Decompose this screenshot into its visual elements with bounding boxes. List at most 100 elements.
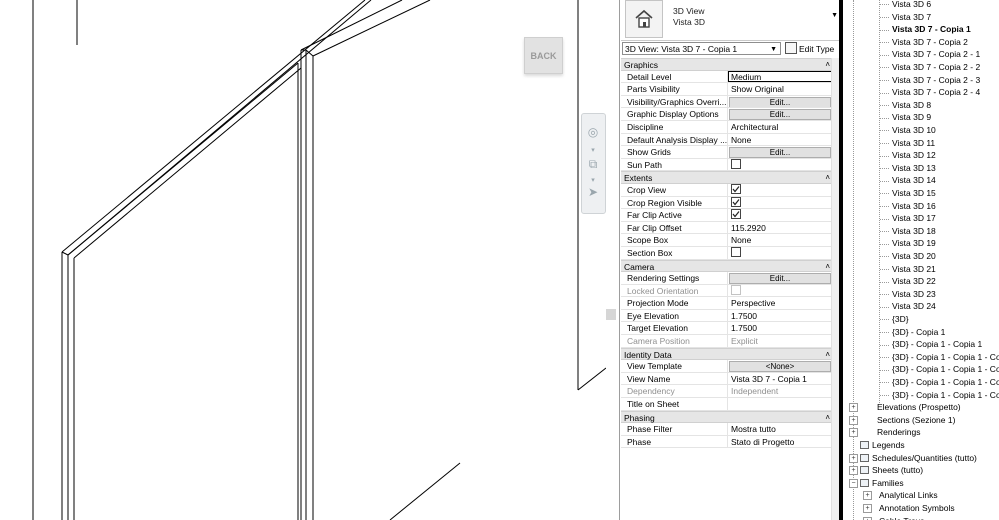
property-value[interactable]: Vista 3D 7 - Copia 1 — [728, 373, 832, 385]
browser-group-item[interactable]: Sheets (tutto) — [860, 464, 923, 477]
browser-view-item[interactable]: Vista 3D 11 — [892, 137, 935, 150]
browser-view-item[interactable]: {3D} - Copia 1 - Copia 1 - Copia 1 — [892, 376, 999, 389]
property-label: View Template — [621, 360, 728, 372]
expand-icon[interactable]: + — [849, 466, 858, 476]
browser-view-item[interactable]: Vista 3D 17 — [892, 212, 936, 225]
expand-icon[interactable]: + — [849, 453, 858, 463]
tree-connector — [880, 117, 889, 119]
browser-view-item[interactable]: Vista 3D 9 — [892, 111, 931, 124]
browser-view-item[interactable]: Vista 3D 6 — [892, 0, 931, 11]
property-value[interactable]: None — [728, 234, 832, 246]
checkbox-unchecked — [731, 284, 741, 295]
property-value[interactable]: Perspective — [728, 297, 832, 309]
instance-filter-dropdown[interactable]: 3D View: Vista 3D 7 - Copia 1 ▼ — [622, 42, 781, 55]
tree-line — [853, 0, 854, 520]
browser-view-item[interactable]: Vista 3D 8 — [892, 99, 931, 112]
edit-type-button[interactable]: Edit Type — [785, 42, 834, 55]
browser-view-item[interactable]: Vista 3D 7 - Copia 2 - 4 — [892, 86, 980, 99]
browser-view-item[interactable]: Vista 3D 7 - Copia 1 — [892, 23, 971, 36]
property-value[interactable]: 115.2920 — [728, 222, 832, 234]
browser-view-item[interactable]: Vista 3D 7 - Copia 2 - 3 — [892, 74, 980, 87]
expand-icon[interactable]: + — [863, 491, 872, 501]
browser-view-item[interactable]: Vista 3D 7 — [892, 11, 931, 24]
expand-icon[interactable]: + — [849, 403, 858, 413]
collapse-icon[interactable]: − — [849, 478, 858, 488]
browser-view-item[interactable]: Vista 3D 7 - Copia 2 - 2 — [892, 61, 980, 74]
property-label: Projection Mode — [621, 297, 728, 309]
section-header[interactable]: Phasing ˄ — [621, 410, 832, 424]
browser-view-item[interactable]: Vista 3D 7 - Copia 2 — [892, 36, 968, 49]
browser-view-item[interactable]: {3D} - Copia 1 - Copia 1 — [892, 338, 982, 351]
browser-group-item[interactable]: Annotation Symbols — [879, 502, 955, 515]
type-selector[interactable]: 3D View Vista 3D ▼ — [621, 0, 840, 41]
edit-button[interactable]: Edit... — [729, 147, 831, 158]
property-value[interactable]: Stato di Progetto — [728, 436, 832, 448]
splitter-handle[interactable] — [606, 309, 616, 320]
browser-group-item[interactable]: Renderings — [877, 426, 920, 439]
section-header[interactable]: Camera ˄ — [621, 259, 832, 273]
expand-icon[interactable]: + — [863, 516, 872, 520]
browser-view-item[interactable]: Vista 3D 22 — [892, 275, 936, 288]
browser-view-item[interactable]: Vista 3D 14 — [892, 174, 936, 187]
browser-view-item[interactable]: {3D} — [892, 313, 909, 326]
browser-view-item[interactable]: Vista 3D 24 — [892, 300, 936, 313]
browser-view-item[interactable]: Vista 3D 16 — [892, 200, 936, 213]
fly-icon[interactable]: ➤ — [585, 184, 601, 200]
browser-group-item[interactable]: Analytical Links — [879, 489, 938, 502]
checkbox-checked[interactable] — [731, 196, 741, 207]
property-row: Dependency Independent — [621, 385, 832, 399]
expand-icon[interactable]: + — [849, 415, 858, 425]
browser-group-label: Sections (Sezione 1) — [877, 414, 956, 425]
tree-connector — [880, 79, 889, 81]
3d-viewport[interactable]: BACK ◎ ▾ ⧉ ▾ ➤ — [0, 0, 606, 520]
checkbox-checked[interactable] — [731, 209, 741, 220]
browser-group-item[interactable]: Legends — [860, 439, 905, 452]
browser-view-item[interactable]: Vista 3D 10 — [892, 124, 936, 137]
zoom-region-icon[interactable]: ⧉ — [585, 156, 601, 172]
property-value-cell: Edit... — [728, 108, 832, 120]
browser-view-item[interactable]: Vista 3D 20 — [892, 250, 936, 263]
property-value[interactable]: Medium — [728, 70, 832, 83]
browser-group-item[interactable]: Families — [860, 477, 904, 490]
expand-icon[interactable]: + — [849, 428, 858, 438]
section-header[interactable]: Identity Data ˄ — [621, 347, 832, 361]
checkbox-unchecked[interactable] — [731, 158, 741, 169]
browser-view-item[interactable]: Vista 3D 23 — [892, 288, 936, 301]
edit-button[interactable]: Edit... — [729, 109, 831, 120]
section-header[interactable]: Graphics ˄ — [621, 58, 832, 71]
browser-view-item[interactable]: {3D} - Copia 1 - Copia 1 - Copia 1 — [892, 351, 999, 364]
property-value[interactable]: Architectural — [728, 121, 832, 133]
property-value[interactable]: 1.7500 — [728, 310, 832, 322]
steering-wheel-icon[interactable]: ◎ — [585, 124, 601, 140]
browser-view-item[interactable]: Vista 3D 15 — [892, 187, 936, 200]
browser-view-item[interactable]: {3D} - Copia 1 - Copia 1 - Copia 1 — [892, 389, 999, 402]
browser-view-item[interactable]: {3D} - Copia 1 — [892, 326, 945, 339]
property-value[interactable]: None — [728, 134, 832, 146]
property-row: Locked Orientation — [621, 284, 832, 298]
browser-group-item[interactable]: Sections (Sezione 1) — [877, 414, 955, 427]
property-value[interactable]: 1.7500 — [728, 322, 832, 334]
property-value[interactable] — [728, 398, 832, 410]
browser-view-item[interactable]: Vista 3D 13 — [892, 162, 936, 175]
browser-view-item[interactable]: Vista 3D 19 — [892, 237, 936, 250]
checkbox-checked[interactable] — [731, 183, 741, 194]
chevron-down-icon[interactable]: ▼ — [831, 12, 838, 19]
browser-group-item[interactable]: Elevations (Prospetto) — [877, 401, 961, 414]
expand-icon[interactable]: + — [863, 504, 872, 513]
browser-view-item[interactable]: Vista 3D 18 — [892, 225, 936, 238]
property-value[interactable]: Show Original — [728, 83, 832, 95]
checkbox-unchecked[interactable] — [731, 246, 741, 257]
browser-view-item[interactable]: Vista 3D 21 — [892, 263, 936, 276]
edit-button[interactable]: Edit... — [729, 273, 831, 284]
section-header[interactable]: Extents ˄ — [621, 171, 832, 184]
edit-button[interactable]: <None> — [729, 361, 831, 372]
browser-view-item[interactable]: Vista 3D 12 — [892, 149, 936, 162]
browser-group-item[interactable]: Schedules/Quantities (tutto) — [860, 452, 977, 465]
browser-group-item[interactable]: Cable Trays — [879, 515, 924, 520]
property-label: Dependency — [621, 385, 728, 398]
browser-view-item[interactable]: Vista 3D 7 - Copia 2 - 1 — [892, 48, 980, 61]
browser-view-item[interactable]: {3D} - Copia 1 - Copia 1 - Copia 1 — [892, 363, 999, 376]
edit-button[interactable]: Edit... — [729, 96, 831, 108]
property-value[interactable]: Mostra tutto — [728, 423, 832, 435]
back-button[interactable]: BACK — [524, 37, 563, 74]
